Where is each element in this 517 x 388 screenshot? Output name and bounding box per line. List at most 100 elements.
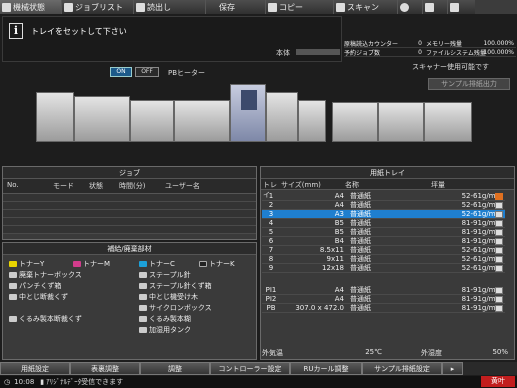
tray-weight: 52-61g/m2	[461, 201, 500, 209]
trim-icon	[9, 294, 17, 300]
paper-level-icon	[495, 219, 503, 227]
table-row[interactable]	[3, 194, 256, 202]
paper-level-icon	[495, 304, 503, 312]
tray-size: B5	[334, 219, 344, 227]
counter-value: 0	[418, 39, 422, 47]
machine-unit	[298, 100, 326, 142]
tray-weight: 81-91g/m2	[461, 286, 500, 294]
tray-weight: 81-91g/m2	[461, 228, 500, 236]
heater-on-button[interactable]: ON	[110, 67, 132, 77]
help-tab[interactable]	[423, 0, 448, 14]
supply-humidifier-tank: 加湿用タンク	[139, 325, 191, 335]
tray-size: 8.5x11	[319, 246, 344, 254]
counter-label: メモリー残量	[426, 40, 463, 48]
machine-unit	[36, 92, 74, 142]
counter-label: 予約ジョブ数	[344, 49, 381, 57]
supply-toner-m: トナーM	[73, 259, 110, 269]
controller-setting-button[interactable]: コントローラー設定	[210, 362, 290, 375]
machine-unit	[174, 100, 230, 142]
tray-size: A3	[334, 210, 344, 218]
tab-job-list[interactable]: ジョブリスト	[62, 0, 134, 14]
paper-level-icon	[495, 192, 503, 200]
toner-icon	[73, 261, 81, 267]
paper-setting-button[interactable]: 用紙設定	[0, 362, 70, 375]
supply-staple: ステープル針	[139, 270, 191, 280]
ru-curl-adjust-button[interactable]: RUカール調整	[290, 362, 362, 375]
table-row[interactable]	[3, 210, 256, 218]
table-row[interactable]	[3, 226, 256, 234]
heater-off-button[interactable]: OFF	[135, 67, 159, 77]
adjust-button[interactable]: 調整	[140, 362, 210, 375]
tray-number: 1	[268, 192, 274, 200]
paper-level-icon	[495, 295, 503, 303]
cyclone-icon	[139, 305, 147, 311]
tray-row[interactable]: 9 12x18 普通紙 52-61g/m2	[262, 264, 505, 273]
paper-level-icon	[495, 228, 503, 236]
jobs-panel: ジョブ No. モード 状態 時間(分) ユーザー名	[2, 166, 257, 240]
supply-saddle-trim: 中とじ断裁くず	[9, 292, 68, 302]
machine-unit	[74, 96, 130, 142]
supplies-panel: 補給/廃棄部材 トナーY トナーM トナーC トナーK 廃棄トナーボックス ステ…	[2, 242, 257, 360]
waste-box-icon	[9, 272, 17, 278]
tray-title: 用紙トレイ	[261, 167, 514, 179]
supplies-title: 補給/廃棄部材	[3, 243, 256, 255]
tab-machine-status[interactable]: 機械状態	[0, 0, 62, 14]
paper-level-icon	[495, 210, 503, 218]
tray-size: 307.0 x 472.0	[295, 304, 344, 312]
table-row[interactable]	[3, 202, 256, 210]
col-user: ユーザー名	[165, 182, 200, 190]
menu-tab[interactable]	[448, 0, 475, 14]
machine-icon	[2, 2, 11, 12]
humidity-value: 50%	[492, 348, 508, 356]
tray-row[interactable]: PB 307.0 x 472.0 普通紙 81-91g/m2	[262, 304, 505, 313]
counter-row: 予約ジョブ数 0 ファイルシステム残量 100.000%	[344, 48, 516, 57]
sample-output-setting-button[interactable]: サンプル排紙設定	[362, 362, 442, 375]
supply-waste-toner: 廃棄トナーボックス	[9, 270, 82, 280]
read-icon	[136, 2, 145, 12]
front-back-adjust-button[interactable]: 表裏調整	[70, 362, 140, 375]
tray-weight: 81-91g/m2	[461, 304, 500, 312]
col-time: 時間(分)	[119, 182, 146, 190]
paper-level-icon	[495, 246, 503, 254]
tray-size: B5	[334, 228, 344, 236]
tray-weight: 81-91g/m2	[461, 219, 500, 227]
toner-icon	[199, 261, 207, 267]
counters: 原稿読込カウンター 0 メモリー残量 100.000% 予約ジョブ数 0 ファイ…	[344, 39, 516, 59]
scanner-status: スキャナー使用可能です	[412, 63, 489, 71]
body-label: 本体	[276, 49, 290, 57]
staple-icon	[139, 272, 147, 278]
paper-feed-unit	[332, 102, 378, 142]
tray-header: トレイ サイズ(mm) 名称 坪量	[261, 179, 514, 199]
tab-save[interactable]: 保存	[206, 0, 266, 14]
paper-level-icon	[495, 201, 503, 209]
tray-size: A4	[334, 286, 344, 294]
scan-icon	[336, 2, 345, 12]
supply-saddle-board: 中とじ機受け木	[139, 292, 198, 302]
tray-number: 8	[268, 255, 274, 263]
tab-copy[interactable]: コピー	[266, 0, 334, 14]
sample-output-button[interactable]: サンプル排紙出力	[428, 78, 510, 90]
supply-toner-y: トナーY	[9, 259, 44, 269]
ink-badge[interactable]: 黄叶	[481, 376, 515, 387]
tray-size: A4	[334, 192, 344, 200]
tray-number: 7	[268, 246, 274, 254]
tray-weight: 81-91g/m2	[461, 295, 500, 303]
toner-icon	[139, 261, 147, 267]
counter-value: 100.000%	[483, 39, 514, 47]
pb-heater-label: PBヒーター	[168, 69, 206, 77]
tray-size: B4	[334, 237, 344, 245]
staple-waste-icon	[139, 283, 147, 289]
col-status: 状態	[89, 182, 103, 190]
machine-unit	[130, 100, 174, 142]
status-bar: ◷ 10:08 ▮ ｱﾘｼﾞﾅﾙﾃﾞｰﾀ受信できます	[0, 376, 517, 388]
status-text: ｱﾘｼﾞﾅﾙﾃﾞｰﾀ受信できます	[46, 378, 124, 386]
col-size: サイズ(mm)	[281, 181, 321, 189]
copy-icon	[268, 2, 277, 12]
tab-scan[interactable]: スキャン	[334, 0, 398, 14]
settings-tab[interactable]	[398, 0, 423, 14]
tray-weight: 52-61g/m2	[461, 264, 500, 272]
table-row[interactable]	[3, 218, 256, 226]
tray-weight: 52-61g/m2	[461, 246, 500, 254]
tab-read[interactable]: 読出し	[134, 0, 206, 14]
next-page-button[interactable]: ▸	[442, 362, 463, 375]
